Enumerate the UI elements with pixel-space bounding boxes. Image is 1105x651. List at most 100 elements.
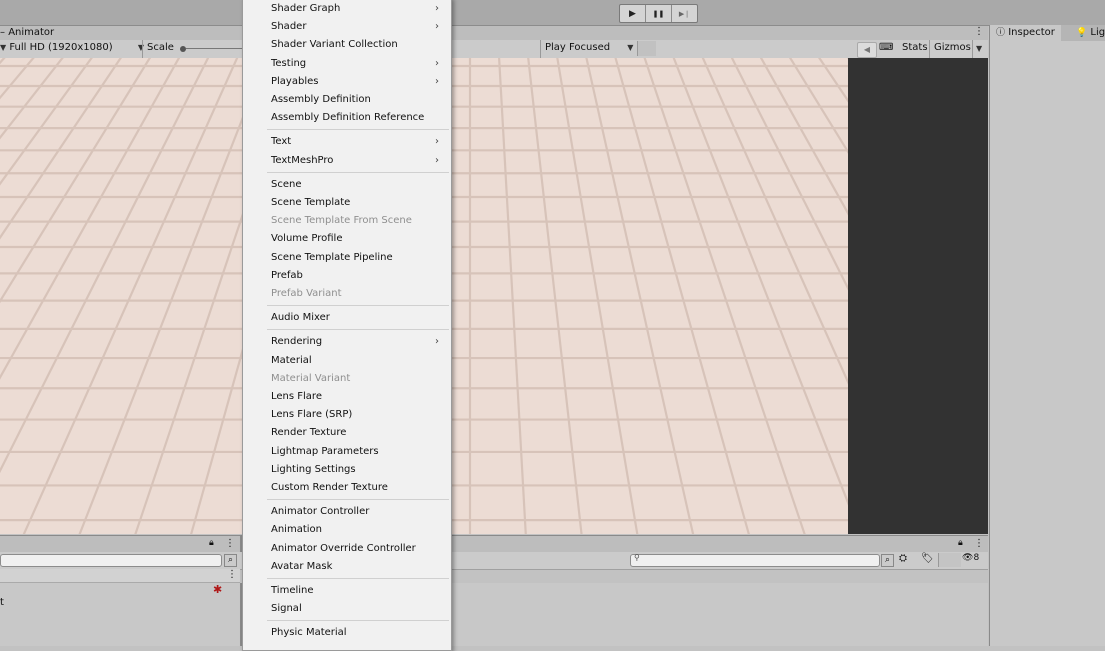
favorites-toggle[interactable]	[938, 553, 961, 567]
keyboard-icon[interactable]: ⌨	[879, 42, 893, 53]
menu-item-shader-graph[interactable]: Shader Graph ›	[271, 0, 447, 18]
menu-item-label: Scene	[271, 178, 302, 190]
menu-item-label: Rendering	[271, 336, 323, 348]
menu-separator	[267, 329, 449, 331]
menu-separator	[267, 171, 449, 173]
tab-inspector-label: Inspector	[1008, 27, 1055, 38]
menu-item-assembly-definition[interactable]: Assembly Definition	[271, 91, 447, 109]
gizmos-dropdown-icon[interactable]: ▼	[976, 44, 982, 53]
menu-separator	[267, 305, 449, 307]
search-filter-icon[interactable]: ⌕	[224, 554, 237, 567]
submenu-chevron-icon: ›	[435, 75, 439, 87]
lock-icon[interactable]: 🔒︎	[958, 538, 963, 548]
menu-item-assembly-definition-reference[interactable]: Assembly Definition Reference	[271, 109, 447, 127]
menu-item-testing[interactable]: Testing ›	[271, 55, 447, 73]
menu-item-physic-material[interactable]: Physic Material	[271, 624, 447, 642]
menu-item-avatar-mask[interactable]: Avatar Mask	[271, 558, 447, 576]
menu-item-label: Signal	[271, 603, 302, 615]
menu-item-shader-variant-collection[interactable]: Shader Variant Collection	[271, 36, 447, 54]
panel-more-icon[interactable]: ⋮	[974, 538, 984, 549]
menu-item-label: Lens Flare	[271, 391, 322, 402]
panel-more-icon[interactable]: ⋮	[225, 538, 235, 549]
chevron-down-icon: ▼	[137, 43, 144, 52]
divider	[972, 40, 973, 58]
step-button[interactable]: ▶❘	[672, 5, 697, 22]
bottom-panel-header: 🔒︎ ⋮ 🔒︎ ⋮	[0, 535, 988, 553]
divider	[540, 40, 541, 58]
menu-item-label: Assembly Definition Reference	[271, 112, 425, 124]
mute-audio-icon[interactable]: ◀	[857, 42, 877, 58]
frame-debug-toggle[interactable]	[637, 41, 656, 56]
play-focused-dropdown[interactable]: Play Focused ▼	[545, 42, 633, 53]
tab-inspector[interactable]: ⓘ Inspector	[990, 25, 1061, 41]
menu-item-lens-flare-srp[interactable]: Lens Flare (SRP)	[271, 406, 447, 424]
search-by-type-icon[interactable]: ⌕	[881, 554, 894, 567]
pause-icon: ❚❚	[652, 9, 665, 18]
search-by-label-icon[interactable]: ⛭	[899, 553, 907, 564]
menu-item-lightmap-parameters[interactable]: Lightmap Parameters	[271, 443, 447, 461]
stats-button[interactable]: Stats	[902, 42, 928, 53]
menu-item-rendering[interactable]: Rendering ›	[271, 333, 447, 351]
tab-lighting[interactable]: 💡 Ligh	[1070, 25, 1105, 41]
menu-item-render-texture[interactable]: Render Texture	[271, 424, 447, 442]
divider	[142, 40, 143, 58]
hidden-packages-toggle[interactable]: 👁︎8	[962, 553, 979, 563]
menu-item-label: Avatar Mask	[271, 560, 333, 572]
viewport-letterbox	[848, 58, 988, 534]
lock-icon[interactable]: 🔒︎	[209, 538, 214, 548]
play-icon: ▶	[629, 8, 636, 19]
gizmos-button[interactable]: Gizmos	[934, 42, 971, 53]
project-search-input[interactable]: ⚲	[630, 553, 880, 567]
hierarchy-search-input[interactable]	[0, 554, 222, 567]
tab-dash-icon: –	[0, 27, 5, 38]
menu-item-textmeshpro[interactable]: TextMeshPro ›	[271, 152, 447, 170]
menu-item-animation[interactable]: Animation	[271, 521, 447, 539]
menu-item-audio-mixer[interactable]: Audio Mixer	[271, 309, 447, 327]
tab-animator[interactable]: – Animator	[0, 27, 54, 38]
menu-item-shader[interactable]: Shader ›	[271, 18, 447, 36]
menu-item-material[interactable]: Material	[271, 352, 447, 370]
menu-item-label: Render Texture	[271, 427, 347, 439]
menu-item-label: Material Variant	[271, 372, 351, 384]
lightbulb-icon: 💡	[1076, 28, 1088, 38]
scale-slider-handle[interactable]	[180, 46, 186, 52]
hierarchy-more-icon[interactable]: ⋮	[227, 569, 237, 580]
play-controls: ▶ ❚❚ ▶❘	[619, 4, 698, 23]
tag-icon[interactable]: 🏷︎	[921, 553, 934, 564]
menu-item-playables[interactable]: Playables ›	[271, 73, 447, 91]
bottom-search-row: ⌕ ⚲ ⌕ ⛭ 🏷︎ 👁︎8	[0, 552, 988, 570]
menu-item-text[interactable]: Text ›	[271, 133, 447, 151]
scale-slider-track[interactable]	[186, 48, 242, 49]
menu-item-scene[interactable]: Scene	[271, 176, 447, 194]
chevron-down-icon: ▼	[627, 43, 634, 52]
menu-item-label: Lighting Settings	[271, 463, 356, 475]
info-icon: ⓘ	[996, 28, 1006, 38]
step-icon: ▶❘	[678, 9, 691, 18]
menu-item-animator-override-controller[interactable]: Animator Override Controller	[271, 540, 447, 558]
dropdown-arrow-icon: ▼	[0, 43, 7, 52]
menu-item-volume-profile[interactable]: Volume Profile	[271, 230, 447, 248]
menu-item-prefab[interactable]: Prefab	[271, 267, 447, 285]
menu-separator	[267, 578, 449, 579]
unity-package-icon: ✱	[213, 583, 223, 596]
menu-item-scene-template-pipeline[interactable]: Scene Template Pipeline	[271, 249, 447, 267]
menu-item-label: Lightmap Parameters	[271, 445, 379, 457]
pause-button[interactable]: ❚❚	[646, 5, 672, 22]
submenu-chevron-icon: ›	[435, 3, 439, 14]
menu-item-signal[interactable]: Signal	[271, 600, 447, 618]
menu-item-label: Volume Profile	[271, 233, 343, 245]
resolution-dropdown[interactable]: ▼ Full HD (1920x1080) ▼	[0, 42, 144, 53]
tab-animator-label: Animator	[8, 27, 55, 38]
menu-item-lighting-settings[interactable]: Lighting Settings	[271, 461, 447, 479]
menu-item-label: Text	[271, 136, 292, 148]
menu-item-lens-flare[interactable]: Lens Flare	[271, 388, 447, 406]
menu-item-timeline[interactable]: Timeline	[271, 582, 447, 600]
hierarchy-row-label[interactable]: t	[0, 597, 4, 608]
resolution-label: Full HD (1920x1080)	[9, 42, 113, 53]
menu-item-animator-controller[interactable]: Animator Controller	[271, 503, 447, 521]
menu-item-scene-template[interactable]: Scene Template	[271, 194, 447, 212]
menu-item-custom-render-texture[interactable]: Custom Render Texture	[271, 479, 447, 497]
play-button[interactable]: ▶	[620, 5, 646, 22]
tab-more-icon[interactable]: ⋮	[974, 26, 984, 37]
menu-item-label: Lens Flare (SRP)	[271, 409, 353, 421]
